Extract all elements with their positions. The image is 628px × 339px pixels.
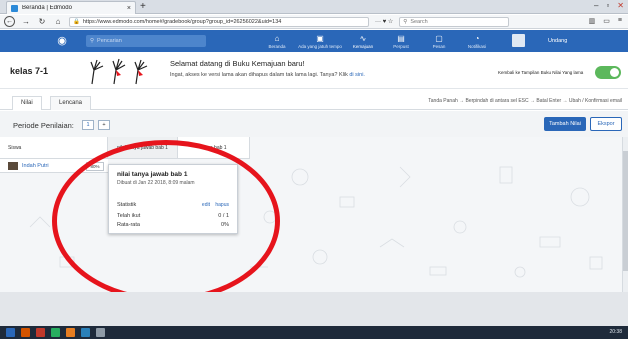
bell-icon: ◔ — [474, 33, 480, 43]
edmodo-nav-items: ⌂ Beranda ▣ Ada yang jatuh tempo ∿ Kemaj… — [258, 30, 496, 52]
taskbar-app-icon[interactable] — [36, 328, 45, 337]
tab-nilai[interactable]: Nilai — [12, 96, 42, 110]
grading-period-label: Periode Penilaian: — [13, 121, 74, 130]
keyboard-shortcuts-hint: Tanda Panah → Berpindah di antara sel ES… — [428, 98, 622, 104]
start-icon[interactable] — [6, 328, 15, 337]
student-column-header[interactable]: Siswa — [0, 137, 108, 159]
student-name[interactable]: Indah Putri — [22, 163, 49, 169]
browser-tab-title: Beranda | Edmodo — [22, 5, 72, 11]
search-icon: ⚲ — [90, 38, 95, 44]
reload-button[interactable]: ↻ — [37, 17, 47, 26]
taskbar-clock: 20:38 — [609, 329, 622, 335]
library-icon: ▤ — [397, 33, 405, 43]
avatar — [8, 161, 18, 170]
taskbar-app-icon[interactable] — [21, 328, 30, 337]
message-icon: ▢ — [435, 33, 443, 43]
back-button[interactable]: ← — [4, 16, 15, 27]
browser-menu-area: ▥ ▭ ≡ — [589, 17, 622, 25]
home-button[interactable]: ⌂ — [53, 17, 63, 26]
calendar-icon: ▣ — [316, 33, 324, 43]
edmodo-top-nav: ◉ ⚲ Pencarian ⌂ Beranda ▣ Ada yang jatuh… — [0, 30, 628, 52]
lock-icon: 🔒 — [73, 18, 80, 25]
browser-search-input[interactable]: ⚲ Search — [399, 16, 510, 27]
edmodo-search-input[interactable]: ⚲ Pencarian — [86, 35, 206, 47]
edmodo-favicon-icon — [11, 4, 18, 12]
page-actions-icon[interactable]: ··· ♥ ☆ — [375, 18, 393, 25]
grading-period-bar: Periode Penilaian: 1 + Tambah Nilai Eksp… — [0, 111, 628, 137]
minimize-button[interactable]: – — [594, 0, 598, 12]
browser-tab[interactable]: Beranda | Edmodo × — [6, 1, 136, 14]
toggle-knob — [610, 68, 619, 77]
nav-item-notifikasi[interactable]: ◔ Notifikasi — [458, 30, 496, 52]
home-icon: ⌂ — [274, 33, 280, 43]
gradebook-tabs: Nilai Lencana Tanda Panah → Berpindah di… — [0, 90, 628, 110]
url-text: https://www.edmodo.com/home#/gradebook/g… — [82, 18, 282, 25]
tab-lencana[interactable]: Lencana — [50, 96, 92, 110]
forward-button[interactable]: → — [21, 17, 31, 26]
red-annotation-ellipse — [52, 140, 280, 302]
sidebar-icon[interactable]: ▭ — [603, 17, 610, 25]
user-avatar[interactable] — [512, 34, 525, 47]
nav-item-pesan[interactable]: ▢ Pesan — [420, 30, 458, 52]
library-icon[interactable]: ▥ — [589, 17, 596, 25]
class-header: kelas 7-1 Selamat datang di Buku Kemajua… — [0, 53, 628, 89]
url-bar[interactable]: 🔒 https://www.edmodo.com/home#/gradebook… — [69, 16, 369, 27]
nav-item-kemajuan[interactable]: ∿ Kemajuan — [344, 30, 382, 52]
taskbar-app-icon[interactable] — [96, 328, 105, 337]
new-tab-button[interactable]: + — [140, 1, 146, 13]
browser-toolbar: ← → ↻ ⌂ 🔒 https://www.edmodo.com/home#/g… — [0, 15, 628, 29]
close-window-button[interactable]: ✕ — [617, 0, 624, 12]
edmodo-logo-icon[interactable]: ◉ — [52, 34, 72, 48]
help-link[interactable]: di sini. — [349, 72, 365, 78]
browser-tab-strip: Beranda | Edmodo × + – ▫ ✕ — [0, 0, 628, 14]
scrollbar-thumb[interactable] — [623, 151, 628, 271]
raised-hands-illustration-icon — [90, 58, 148, 85]
search-icon: ⚲ — [403, 18, 408, 25]
taskbar-app-icon[interactable] — [66, 328, 75, 337]
taskbar-app-icon[interactable] — [51, 328, 60, 337]
taskbar-app-icon[interactable] — [81, 328, 90, 337]
class-name[interactable]: kelas 7-1 — [10, 66, 48, 76]
add-period-button[interactable]: + — [98, 120, 110, 130]
progress-icon: ∿ — [359, 33, 367, 43]
vertical-scrollbar[interactable] — [622, 137, 628, 292]
menu-icon[interactable]: ≡ — [618, 17, 622, 25]
grading-period-1[interactable]: 1 — [82, 120, 94, 130]
welcome-title: Selamat datang di Buku Kemajuan baru! — [170, 59, 305, 68]
maximize-button[interactable]: ▫ — [606, 0, 609, 12]
add-grade-button[interactable]: Tambah Nilai — [544, 117, 586, 131]
nav-item-due[interactable]: ▣ Ada yang jatuh tempo — [296, 30, 344, 52]
new-gradebook-toggle[interactable] — [595, 66, 621, 79]
window-controls: – ▫ ✕ — [594, 0, 624, 12]
os-taskbar: 20:38 — [0, 326, 628, 339]
page-footer-area — [0, 292, 628, 326]
nav-item-beranda[interactable]: ⌂ Beranda — [258, 30, 296, 52]
welcome-subtitle: Ingat, akses ke versi lama akan dihapus … — [170, 72, 365, 78]
nav-item-perpust[interactable]: ▤ Perpust — [382, 30, 420, 52]
revert-view-label: Kembali ke Tampilan Buku Nilai Yang lama — [498, 70, 584, 75]
export-button[interactable]: Ekspor — [590, 117, 622, 131]
invite-link[interactable]: Undang — [548, 38, 567, 44]
tab-close-icon[interactable]: × — [127, 5, 131, 12]
